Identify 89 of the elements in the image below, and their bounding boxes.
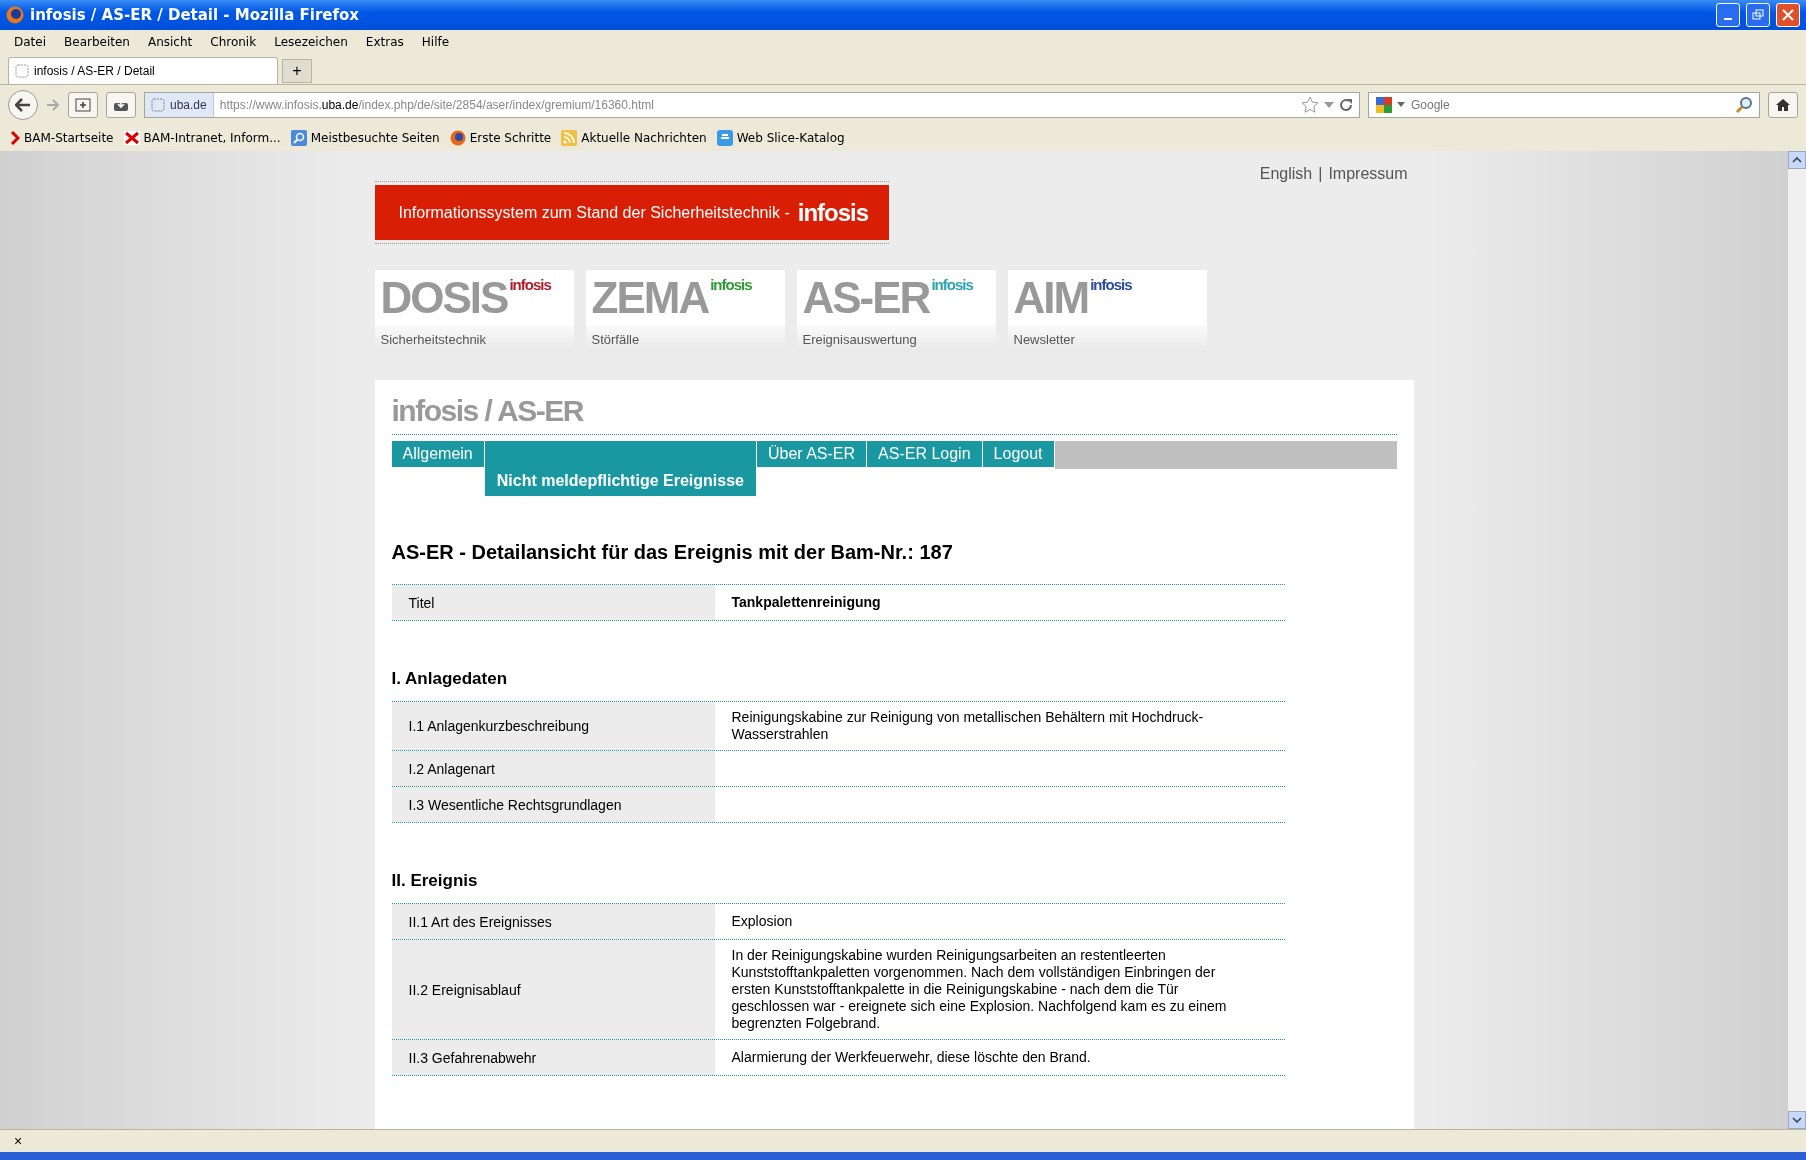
close-status-button[interactable]: ×: [14, 1133, 23, 1149]
portal-logo-text: AIM: [1013, 276, 1089, 320]
home-icon: [1775, 98, 1791, 112]
search-field[interactable]: Google: [1409, 97, 1731, 113]
slice-icon: [716, 130, 733, 146]
page-heading: AS-ER - Detailansicht für das Ereignis mit der Bam-Nr.: 187: [391, 541, 954, 564]
scroll-up-button[interactable]: [1788, 151, 1806, 169]
field-value: Tankpalettenreinigung: [730, 593, 882, 612]
portal-brand: infosis: [931, 276, 973, 293]
globe-icon: [449, 130, 466, 146]
back-arrow-icon: [15, 98, 31, 112]
banner-text: Informationssystem zum Stand der Sicherheitstechnik -: [398, 203, 790, 222]
bookmark-link[interactable]: Aktuelle Nachrichten: [561, 130, 707, 146]
field-label: II.1 Art des Ereignisses: [391, 904, 715, 939]
download-button[interactable]: [106, 92, 136, 118]
window-plus-icon: [75, 98, 91, 112]
chevron-down-icon: [1792, 1117, 1802, 1123]
menu-item[interactable]: Ansicht: [147, 35, 193, 49]
field-value: Reinigungskabine zur Reinigung von metallischen Behältern mit Hochdruck-Wasserstrahlen: [730, 708, 1205, 744]
back-button[interactable]: [8, 90, 38, 120]
field-value: In der Reinigungskabine wurden Reinigungsarbeiten an restentleerten Kunststofftankpaletten vorgenommen. Nach dem vollständigen Einbringen der ersten Kunststofftankpalette in die Reinigungskabine - nach dem die Tür geschlossen war - ereignete sich eine Explosion. Nachfolgend kam es zu einem begrenzten Folgebrand.: [730, 946, 1228, 1033]
menu-item[interactable]: Hilfe: [421, 35, 450, 49]
window-title: infosis / AS-ER / Detail - Mozilla Firefox: [30, 6, 360, 24]
section-heading: I. Anlagedaten: [391, 669, 509, 689]
browser-logo-icon: [6, 6, 24, 24]
tab-group-button[interactable]: [68, 92, 98, 118]
link-separator: |: [1318, 165, 1323, 184]
menu-item[interactable]: Chronik: [210, 35, 257, 49]
portal-logo-text: ZEMA: [591, 276, 709, 320]
menu-item[interactable]: Lesezeichen: [274, 35, 348, 49]
field-label: Titel: [391, 585, 715, 620]
bookmark-link[interactable]: Meistbesuchte Seiten: [290, 130, 440, 146]
address-field[interactable]: uba.de https://www.infosis.uba.de/index.php/de/site/2854/aser/index/gremium/16360.html: [144, 92, 1360, 118]
minimize-button[interactable]: [1716, 3, 1740, 27]
home-button[interactable]: [1768, 92, 1798, 118]
url-text: https://www.infosis.uba.de/index.php/de/site/2854/aser/index/gremium/16360.html: [218, 98, 655, 112]
feed-icon: [561, 130, 578, 146]
search-box[interactable]: Google: [1368, 92, 1760, 118]
chevron-icon: [10, 131, 20, 145]
field-value: Explosion: [730, 912, 794, 931]
language-link[interactable]: English: [1259, 165, 1313, 185]
reload-icon[interactable]: [1339, 98, 1353, 112]
new-tab-button[interactable]: +: [282, 59, 312, 83]
search-icon[interactable]: [1735, 96, 1753, 114]
field-label: II.2 Ereignisablauf: [391, 940, 715, 1039]
browser-tab[interactable]: infosis / AS-ER / Detail: [8, 57, 278, 84]
portal-caption: Störfälle: [585, 325, 785, 352]
portal-brand: infosis: [710, 276, 752, 293]
field-label: I.1 Anlagenkurzbeschreibung: [391, 702, 715, 750]
page-icon: [15, 64, 29, 78]
portal-logo-text: DOSIS: [380, 276, 508, 320]
section-heading: II. Ereignis: [391, 871, 479, 891]
restore-icon: [1752, 9, 1764, 21]
download-icon: [113, 98, 129, 112]
portal-brand: infosis: [509, 276, 551, 293]
menu-item[interactable]: Extras: [365, 35, 404, 49]
bookmark-link[interactable]: Web Slice-Katalog: [716, 130, 845, 146]
portal-brand: infosis: [1090, 276, 1132, 293]
restore-button[interactable]: [1746, 3, 1770, 27]
field-label: I.2 Anlagenart: [391, 751, 715, 786]
menu-item[interactable]: Datei: [14, 35, 46, 49]
field-label: II.3 Gefahrenabwehr: [391, 1040, 715, 1075]
close-button[interactable]: [1776, 3, 1800, 27]
chevron-up-icon: [1792, 157, 1802, 163]
portal-caption: Ereignisauswertung: [796, 325, 996, 352]
bookmark-link[interactable]: BAM-Startseite: [10, 131, 114, 145]
bookmark-link[interactable]: Erste Schritte: [449, 130, 552, 146]
field-value: Alarmierung der Werkfeuerwehr, diese löschte den Brand.: [730, 1048, 1092, 1067]
star-icon[interactable]: [1301, 96, 1319, 114]
menu-item[interactable]: Bearbeiten: [64, 35, 130, 49]
bookmark-link[interactable]: BAM-Intranet, Inform...: [123, 131, 281, 145]
search-engine-icon[interactable]: [1375, 96, 1393, 114]
portal-caption: Sicherheitstechnik: [374, 325, 574, 352]
portal-caption: Newsletter: [1007, 325, 1207, 352]
cross-icon: [123, 131, 140, 145]
imprint-link[interactable]: Impressum: [1328, 165, 1408, 185]
site-identity-button[interactable]: uba.de: [145, 93, 214, 117]
page-icon: [151, 98, 165, 112]
portal-logo-text: AS-ER: [802, 276, 930, 320]
field-label: I.3 Wesentliche Rechtsgrundlagen: [391, 787, 715, 822]
close-icon: [1782, 9, 1794, 21]
magnifier-icon: [290, 130, 307, 146]
scroll-down-button[interactable]: [1788, 1111, 1806, 1129]
dropdown-icon[interactable]: [1397, 102, 1405, 108]
banner-brand: infosis: [797, 198, 869, 227]
dropdown-icon[interactable]: [1323, 100, 1335, 110]
section-title: infosis / AS-ER: [391, 394, 1397, 435]
minimize-icon: [1724, 18, 1732, 20]
tab-title: infosis / AS-ER / Detail: [34, 64, 155, 78]
